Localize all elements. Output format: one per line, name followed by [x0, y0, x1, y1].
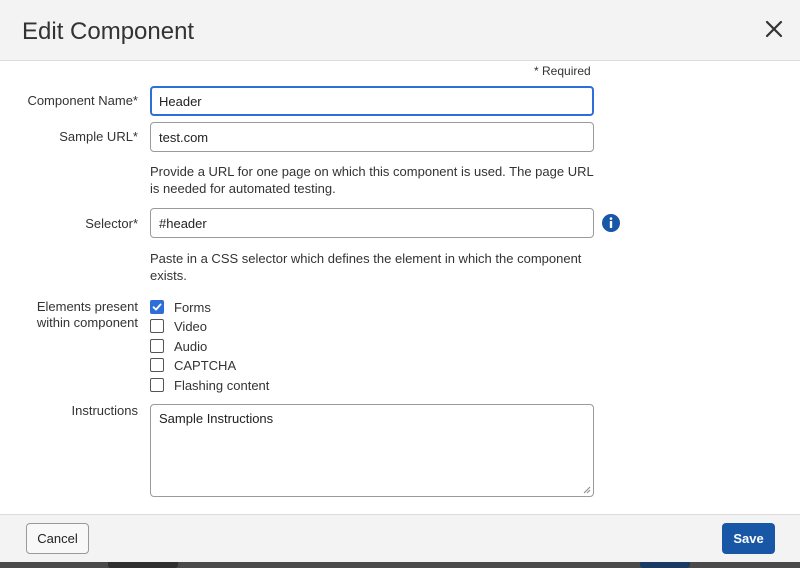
sample-url-label: Sample URL* [59, 129, 138, 144]
checkbox-flashing-content-label: Flashing content [174, 377, 270, 393]
resize-grip-icon[interactable] [582, 485, 591, 494]
save-button[interactable]: Save [722, 523, 775, 554]
dialog-header: Edit Component [0, 0, 800, 61]
checkbox-captcha-box[interactable] [150, 358, 164, 372]
checkbox-forms[interactable]: Forms [150, 299, 211, 315]
instructions-text: Sample Instructions [159, 411, 274, 426]
checkbox-video[interactable]: Video [150, 318, 207, 334]
checkbox-forms-box[interactable] [150, 300, 164, 314]
selector-label: Selector* [85, 216, 138, 231]
checkbox-audio-label: Audio [174, 338, 208, 354]
cancel-button[interactable]: Cancel [26, 523, 89, 554]
checkbox-audio[interactable]: Audio [150, 338, 207, 354]
dialog-title: Edit Component [22, 18, 195, 45]
selector-help: Paste in a CSS selector which defines th… [150, 251, 582, 283]
checkbox-video-box[interactable] [150, 319, 164, 333]
checkbox-forms-label: Forms [174, 299, 211, 315]
sample-url-input[interactable] [150, 122, 594, 152]
edit-component-dialog: Edit Component * Required Component Name… [0, 0, 800, 562]
close-icon [765, 20, 783, 38]
checkbox-flashing-content[interactable]: Flashing content [150, 377, 269, 393]
elements-present-label: Elements present within component [36, 299, 138, 330]
checkbox-audio-box[interactable] [150, 339, 164, 353]
checkbox-video-label: Video [174, 318, 208, 334]
dialog-footer: Cancel Save [0, 514, 800, 562]
component-name-label: Component Name* [27, 93, 138, 108]
checkbox-flashing-content-box[interactable] [150, 378, 164, 392]
component-name-input[interactable] [150, 86, 594, 116]
sample-url-help: Provide a URL for one page on which this… [150, 164, 594, 196]
selector-input[interactable] [150, 208, 594, 238]
checkbox-captcha-label: CAPTCHA [174, 357, 237, 373]
checkmark-icon [152, 303, 162, 311]
instructions-label: Instructions [71, 403, 138, 418]
instructions-textarea[interactable]: Sample Instructions [150, 404, 594, 497]
selector-info-button[interactable] [601, 213, 621, 233]
required-note: * Required [534, 64, 591, 78]
close-button[interactable] [762, 17, 786, 41]
info-icon [602, 214, 620, 232]
checkbox-captcha[interactable]: CAPTCHA [150, 357, 236, 373]
